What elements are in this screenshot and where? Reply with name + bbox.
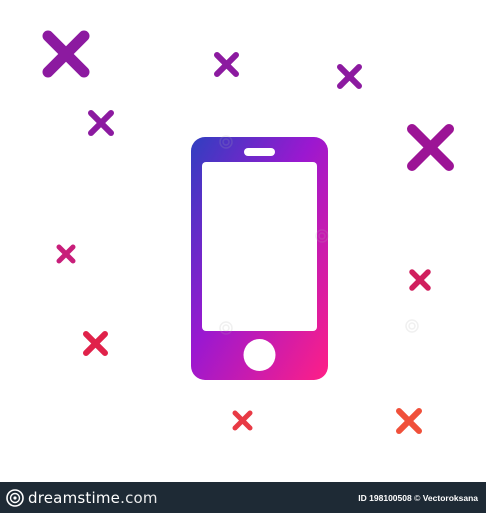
- cross-icon-small-top: [214, 52, 239, 77]
- phone-speaker: [244, 148, 275, 156]
- id-label: ID: [358, 492, 367, 503]
- cross-icon-small-bottom-right: [396, 408, 422, 434]
- cross-icon-small-bottom-left: [83, 331, 108, 356]
- image-meta: ID 198100508 © Vectoroksana: [358, 493, 478, 503]
- phone-icon: [191, 137, 328, 380]
- swirl-logo-icon: [6, 488, 24, 507]
- cross-icon-large-right: [407, 124, 454, 171]
- phone-illustration: [42, 30, 454, 434]
- phone-home-button: [243, 339, 276, 371]
- stock-footer-bar: dreamstime.com ID 198100508 © Vectoroksa…: [0, 482, 486, 513]
- stock-image: dreamstime.com ID 198100508 © Vectoroksa…: [0, 0, 486, 513]
- brand: dreamstime.com: [6, 489, 158, 507]
- cross-icon-large-top-left: [42, 30, 90, 78]
- cross-icon-small-right: [409, 269, 431, 291]
- cross-icon-small-left: [88, 110, 114, 136]
- cross-icon-tiny-left: [56, 244, 76, 264]
- copyright-symbol: ©: [414, 492, 421, 503]
- image-id: 198100508: [369, 492, 412, 503]
- phone-screen: [202, 162, 317, 331]
- cross-icon-small-top-right: [337, 64, 362, 89]
- cross-icon-tiny-bottom: [232, 410, 253, 431]
- author-name: Vectoroksana: [422, 492, 478, 503]
- brand-name: dreamstime.com: [28, 488, 158, 507]
